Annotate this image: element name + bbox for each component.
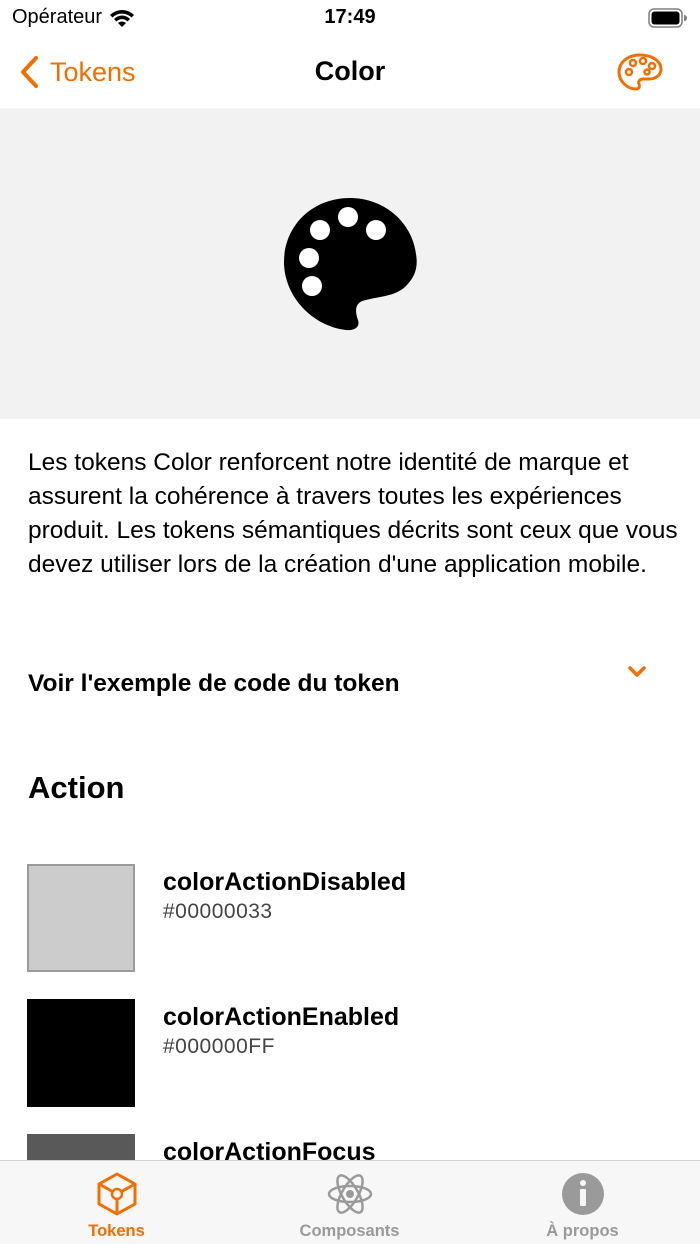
tab-bar: Tokens Composants À propos — [0, 1160, 700, 1244]
chevron-down-icon — [628, 666, 646, 677]
cube-icon — [97, 1172, 136, 1216]
tab-label: À propos — [546, 1222, 619, 1240]
token-row: colorActionEnabled #000000FF — [27, 999, 667, 1107]
palette-icon — [284, 198, 417, 331]
page-title: Color — [314, 56, 386, 86]
token-name: colorActionEnabled — [163, 1003, 400, 1031]
tab-a-propos[interactable]: À propos — [466, 1161, 699, 1244]
navigation-bar: Tokens Color — [0, 40, 700, 108]
token-name: colorActionDisabled — [163, 868, 407, 896]
atom-icon — [327, 1174, 372, 1214]
color-swatch — [27, 999, 135, 1107]
token-row: colorActionDisabled #00000033 — [27, 864, 667, 972]
status-bar: Opérateur 17:49 — [0, 0, 700, 40]
hero-banner — [0, 108, 700, 419]
token-value: #000000FF — [163, 1035, 275, 1058]
description-text: Les tokens Color renforcent notre identi… — [28, 449, 678, 578]
info-icon — [561, 1173, 604, 1215]
tab-tokens[interactable]: Tokens — [0, 1161, 233, 1244]
accordion-label: Voir l'exemple de code du token — [28, 670, 400, 697]
clock: 17:49 — [324, 6, 376, 28]
section-title: Action — [28, 770, 125, 805]
tab-label: Tokens — [88, 1222, 145, 1240]
battery-icon — [648, 8, 687, 28]
token-value: #00000033 — [163, 900, 273, 923]
color-swatch — [27, 864, 135, 972]
code-example-accordion[interactable]: Voir l'exemple de code du token — [28, 655, 668, 715]
tab-composants[interactable]: Composants — [233, 1161, 466, 1244]
tab-label: Composants — [299, 1222, 400, 1240]
palette-icon[interactable] — [616, 52, 664, 92]
